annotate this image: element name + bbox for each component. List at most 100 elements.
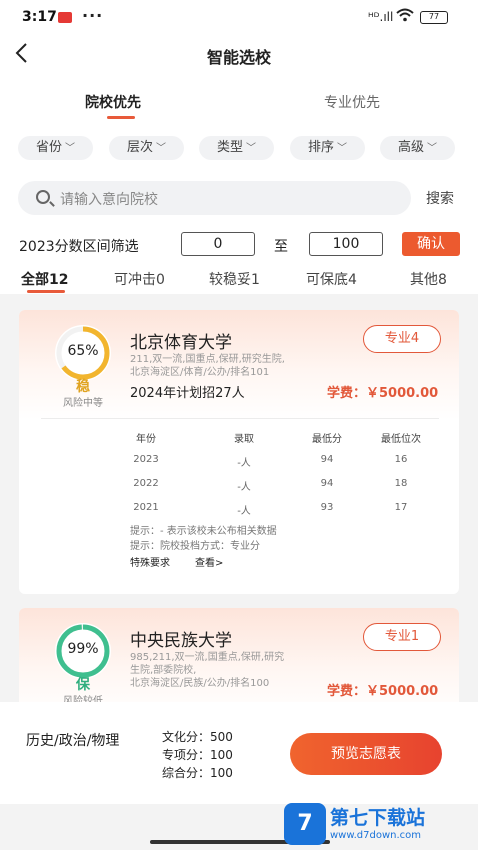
tab-safety[interactable]: 可保底4 (306, 269, 357, 289)
selected-subjects: 历史/政治/物理 (26, 733, 120, 749)
chevron-down-icon: ﹀ (246, 143, 256, 154)
tab-label: 可冲击0 (114, 272, 165, 288)
data-note: 提示：- 表示该校未公布相关数据 (130, 526, 277, 537)
tab-match[interactable]: 较稳妥1 (209, 269, 260, 289)
table-cell: 2023 (133, 454, 159, 465)
filter-panel: 院校优先 专业优先 省份 ﹀ 层次 ﹀ 类型 ﹀ 排序 ﹀ 高级 ﹀ 请输入意向院校 搜索… (0, 74, 478, 294)
table-cell: 93 (320, 502, 334, 513)
admission-tag: 保 (76, 677, 90, 693)
watermark-logo-icon: 7 (284, 803, 326, 845)
tab-label: 院校优先 (85, 95, 141, 111)
notification-app-icon (58, 12, 72, 23)
table-cell: -人 (237, 506, 251, 517)
school-meta: 985,211,双一流,国重点,保研,研究 生院,部委院校, 北京海淀区/民族/… (130, 651, 340, 690)
confirm-button[interactable]: 确认 (402, 232, 460, 256)
table-header: 录取 (234, 434, 254, 445)
filter-level[interactable]: 层次 ﹀ (109, 136, 184, 160)
school-meta-line: 211,双一流,国重点,保研,研究生院, (130, 354, 285, 365)
chevron-down-icon: ﹀ (427, 143, 437, 154)
search-button[interactable]: 搜索 (426, 188, 454, 208)
table-cell: -人 (237, 482, 251, 493)
mode-tabs: 院校优先 专业优先 (0, 92, 478, 120)
filter-label: 类型 (216, 140, 243, 155)
culture-score: 文化分：500 (162, 730, 233, 744)
score-range-label: 2023分数区间筛选 (19, 239, 139, 255)
tab-label: 专业优先 (324, 95, 380, 111)
search-icon (36, 190, 50, 204)
probability-text: 65% (67, 343, 99, 359)
risk-level: 风险中等 (63, 398, 103, 409)
school-name: 中央民族大学 (130, 631, 232, 651)
watermark-logo: 7 第七下载站 www.d7down.com (282, 800, 478, 850)
tab-label: 全部12 (21, 272, 69, 288)
tab-all[interactable]: 全部12 (21, 269, 69, 293)
tab-label: 其他8 (410, 272, 447, 288)
chevron-down-icon: ﹀ (337, 143, 347, 154)
table-header: 最低分 (312, 434, 342, 445)
table-cell: 2021 (133, 502, 159, 513)
probability-gauge: 65% (55, 325, 111, 381)
admission-method-note: 提示：院校投档方式：专业分 (130, 541, 260, 552)
table-cell: 94 (320, 454, 334, 465)
preview-application-button[interactable]: 预览志愿表 (290, 733, 442, 775)
bottom-summary-bar: 历史/政治/物理 文化分：500 专项分：100 综合分：100 预览志愿表 (0, 702, 478, 804)
nav-bar: 智能选校 (0, 36, 478, 74)
table-cell: 18 (394, 478, 408, 489)
major-button[interactable]: 专业4 (363, 325, 441, 353)
filter-advanced[interactable]: 高级 ﹀ (380, 136, 455, 160)
status-time: 3:17 (22, 9, 57, 25)
table-cell: 17 (394, 502, 408, 513)
table-header: 最低位次 (381, 434, 421, 445)
tuition-fee: 学费：￥5000.00 (327, 684, 439, 699)
tuition-fee: 学费：￥5000.00 (327, 386, 439, 401)
page-title: 智能选校 (206, 48, 271, 67)
tab-major-first[interactable]: 专业优先 (324, 92, 380, 112)
search-placeholder: 请输入意向院校 (60, 192, 158, 208)
major-button[interactable]: 专业1 (363, 623, 441, 651)
special-score: 专项分：100 (162, 748, 233, 762)
school-card[interactable]: 99% 保 风险较低 中央民族大学 985,211,双一流,国重点,保研,研究 … (19, 608, 459, 708)
special-requirements-label: 特殊要求 (130, 558, 170, 569)
status-bar: 3:17 ··· ᴴᴰ.ıll 77 (0, 0, 478, 36)
tab-other[interactable]: 其他8 (410, 269, 447, 289)
filter-label: 高级 (397, 140, 424, 155)
filter-label: 排序 (307, 140, 334, 155)
battery-icon: 77 (420, 11, 448, 24)
watermark-url: www.d7down.com (330, 830, 422, 841)
filter-row: 省份 ﹀ 层次 ﹀ 类型 ﹀ 排序 ﹀ 高级 ﹀ (0, 136, 478, 162)
signal-icon: ᴴᴰ.ıll (368, 10, 394, 24)
tab-reach[interactable]: 可冲击0 (114, 269, 165, 289)
filter-sort[interactable]: 排序 ﹀ (290, 136, 365, 160)
divider (41, 418, 439, 419)
table-cell: 94 (320, 478, 334, 489)
score-min-input[interactable]: 0 (181, 232, 255, 256)
table-cell: 16 (394, 454, 408, 465)
tab-school-first[interactable]: 院校优先 (85, 92, 141, 119)
probability-gauge: 99% (55, 623, 111, 679)
view-link[interactable]: 查看> (195, 554, 223, 569)
school-meta-line: 985,211,双一流,国重点,保研,研究 (130, 652, 285, 663)
admission-tag: 稳 (76, 379, 90, 395)
school-meta-line: 北京海淀区/民族/公办/排名100 (130, 678, 270, 689)
filter-label: 层次 (126, 140, 153, 155)
active-tab-indicator (27, 290, 65, 293)
watermark-title: 第七下载站 (330, 807, 426, 829)
tab-label: 可保底4 (306, 272, 357, 288)
filter-province[interactable]: 省份 ﹀ (18, 136, 93, 160)
tab-label: 较稳妥1 (209, 272, 260, 288)
score-max-input[interactable]: 100 (309, 232, 383, 256)
chevron-down-icon: ﹀ (156, 143, 166, 154)
school-name: 北京体育大学 (130, 333, 232, 353)
result-tabs: 全部12 可冲击0 较稳妥1 可保底4 其他8 (0, 269, 478, 294)
probability-text: 99% (67, 641, 99, 657)
wifi-icon (396, 8, 414, 26)
enrollment-plan: 2024年计划招27人 (130, 386, 245, 401)
total-score: 综合分：100 (162, 766, 233, 780)
search-input[interactable]: 请输入意向院校 (18, 181, 411, 215)
school-meta-line: 生院,部委院校, (130, 665, 197, 676)
school-meta-line: 北京海淀区/体育/公办/排名101 (130, 367, 270, 378)
active-tab-indicator (107, 116, 135, 119)
filter-type[interactable]: 类型 ﹀ (199, 136, 274, 160)
school-card[interactable]: 65% 稳 风险中等 北京体育大学 211,双一流,国重点,保研,研究生院, 北… (19, 310, 459, 594)
table-cell: 2022 (133, 478, 159, 489)
